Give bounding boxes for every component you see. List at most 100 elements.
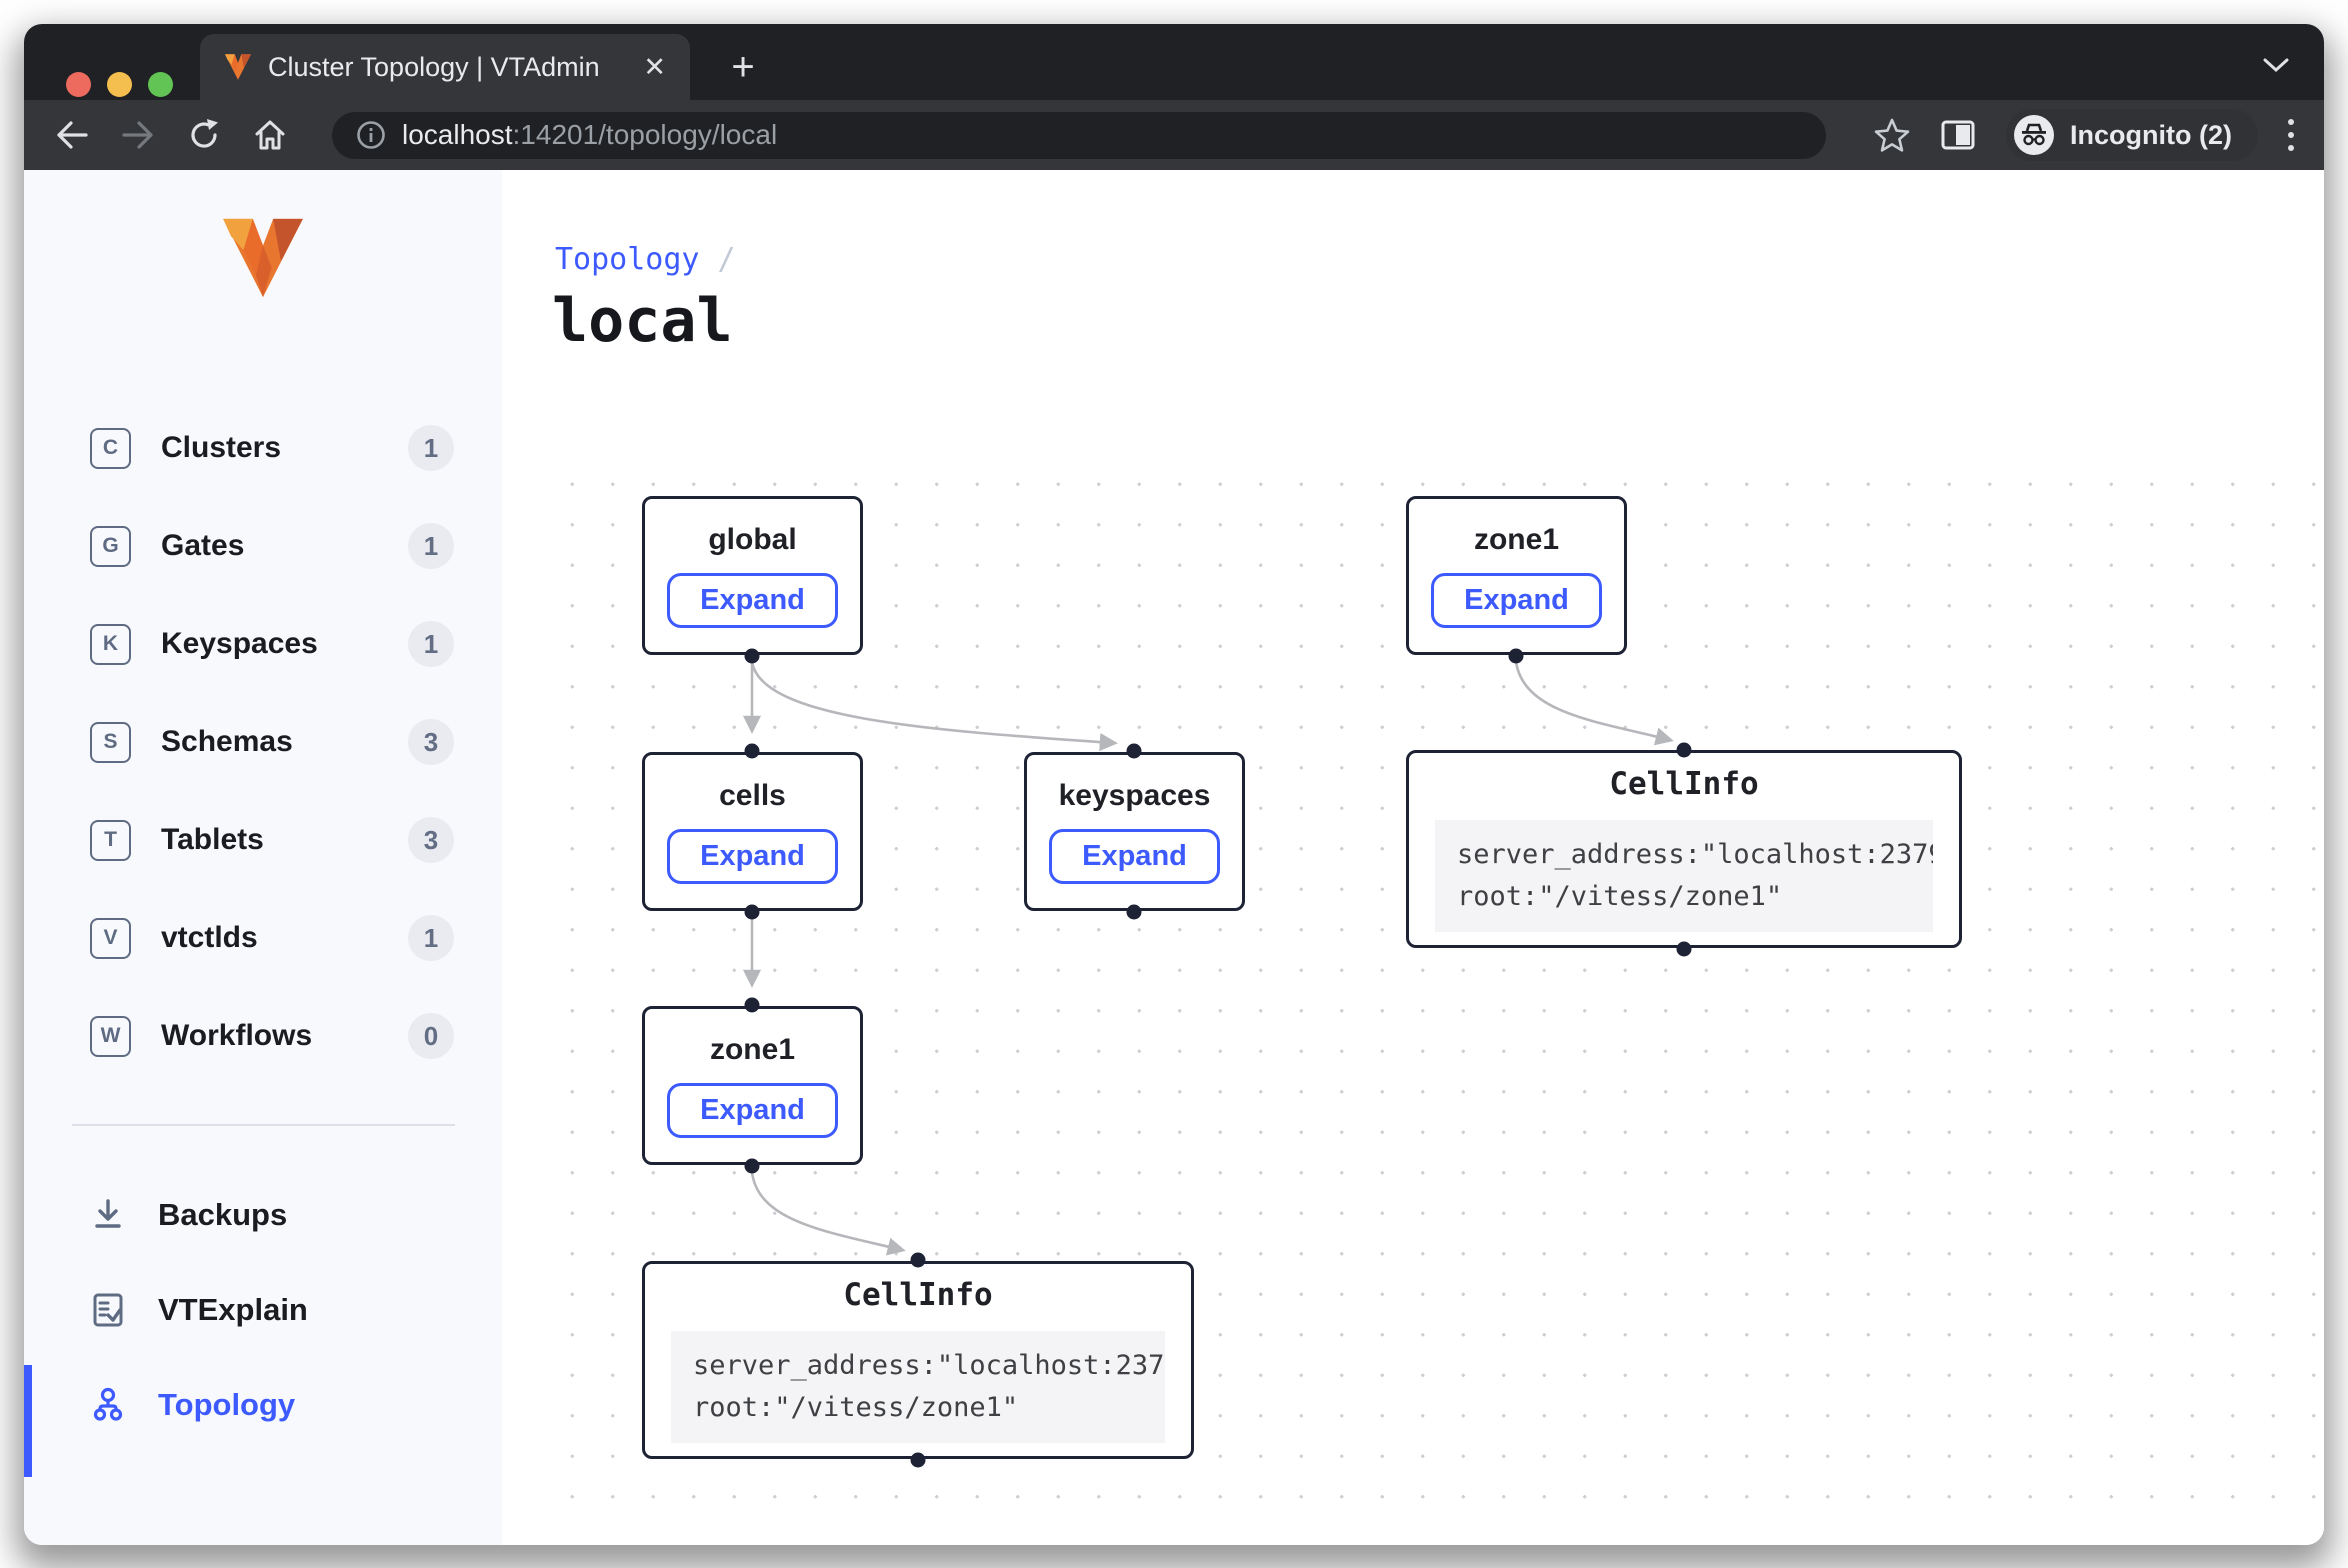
minimize-window-button[interactable] — [107, 72, 132, 97]
node-cellinfo-right[interactable]: CellInfo server_address:"localhost:2379"… — [1406, 750, 1962, 948]
sidebar-item-workflows[interactable]: W Workflows 0 — [24, 987, 502, 1085]
side-panel-icon[interactable] — [1940, 117, 1976, 153]
site-info-icon[interactable] — [356, 120, 386, 150]
download-icon — [88, 1195, 128, 1235]
tablets-letter-icon: T — [90, 820, 131, 861]
incognito-badge[interactable]: Incognito (2) — [2006, 109, 2258, 161]
page-content: C Clusters 1 G Gates 1 K Keyspaces 1 S S… — [24, 170, 2324, 1545]
sidebar-item-label: Schemas — [161, 725, 293, 759]
vitess-logo — [220, 218, 306, 298]
reload-icon[interactable] — [186, 117, 222, 153]
cellinfo-code: server_address:"localhost:2379" root:"/v… — [671, 1331, 1165, 1443]
count-badge: 1 — [408, 425, 454, 471]
sidebar-item-label: Workflows — [161, 1019, 312, 1053]
count-badge: 1 — [408, 523, 454, 569]
url-host: localhost — [402, 119, 513, 150]
tab-strip: Cluster Topology | VTAdmin ✕ + — [24, 24, 2324, 100]
bookmark-star-icon[interactable] — [1874, 117, 1910, 153]
sidebar-item-vtctlds[interactable]: V vtctlds 1 — [24, 889, 502, 987]
schemas-letter-icon: S — [90, 722, 131, 763]
node-title: CellInfo — [1609, 766, 1758, 802]
node-label: zone1 — [710, 1033, 795, 1067]
home-icon[interactable] — [252, 117, 288, 153]
node-title: CellInfo — [843, 1277, 992, 1313]
close-tab-icon[interactable]: ✕ — [643, 54, 666, 81]
sidebar-item-clusters[interactable]: C Clusters 1 — [24, 399, 502, 497]
sidebar: C Clusters 1 G Gates 1 K Keyspaces 1 S S… — [24, 170, 502, 1545]
breadcrumb: Topology / — [555, 242, 736, 277]
sidebar-item-label: vtctlds — [161, 921, 258, 955]
expand-keyspaces-button[interactable]: Expand — [1049, 829, 1220, 884]
sidebar-item-label: Clusters — [161, 431, 281, 465]
sidebar-divider — [72, 1124, 455, 1126]
sidebar-item-label: Gates — [161, 529, 244, 563]
browser-window: Cluster Topology | VTAdmin ✕ + localhost… — [24, 24, 2324, 1545]
window-controls — [66, 72, 173, 97]
zoom-window-button[interactable] — [148, 72, 173, 97]
browser-tab[interactable]: Cluster Topology | VTAdmin ✕ — [200, 34, 690, 100]
sidebar-item-gates[interactable]: G Gates 1 — [24, 497, 502, 595]
topology-page: Topology / local global Expand zone1 Exp… — [502, 170, 2324, 1545]
cellinfo-code: server_address:"localhost:2379" root:"/v… — [1435, 820, 1933, 932]
gates-letter-icon: G — [90, 526, 131, 567]
workflows-letter-icon: W — [90, 1016, 131, 1057]
sidebar-item-keyspaces[interactable]: K Keyspaces 1 — [24, 595, 502, 693]
expand-zone1-right-button[interactable]: Expand — [1431, 573, 1602, 628]
sidebar-item-label: Keyspaces — [161, 627, 318, 661]
keyspaces-letter-icon: K — [90, 624, 131, 665]
node-label: zone1 — [1474, 523, 1559, 557]
sidebar-item-label: Tablets — [161, 823, 264, 857]
url-bar[interactable]: localhost:14201/topology/local — [332, 112, 1826, 159]
node-cellinfo-bottom[interactable]: CellInfo server_address:"localhost:2379"… — [642, 1261, 1194, 1459]
count-badge: 3 — [408, 817, 454, 863]
node-label: keyspaces — [1059, 779, 1211, 813]
url-text: localhost:14201/topology/local — [402, 119, 777, 151]
sidebar-item-vtexplain[interactable]: VTExplain — [24, 1265, 502, 1355]
breadcrumb-separator: / — [718, 242, 736, 277]
browser-menu-icon[interactable] — [2288, 119, 2294, 151]
browser-toolbar: localhost:14201/topology/local Incognito… — [24, 100, 2324, 170]
count-badge: 3 — [408, 719, 454, 765]
cellinfo-code-line: root:"/vitess/zone1" — [1457, 876, 1911, 918]
url-path: :14201/topology/local — [513, 119, 778, 150]
cellinfo-code-line: server_address:"localhost:2379" — [693, 1345, 1143, 1387]
sidebar-item-label: VTExplain — [158, 1292, 308, 1328]
node-zone1-bottom[interactable]: zone1 Expand — [642, 1006, 863, 1165]
cellinfo-code-line: root:"/vitess/zone1" — [693, 1387, 1143, 1429]
sidebar-item-label: Topology — [158, 1387, 295, 1423]
sidebar-item-label: Backups — [158, 1197, 287, 1233]
expand-cells-button[interactable]: Expand — [667, 829, 838, 884]
node-global[interactable]: global Expand — [642, 496, 863, 655]
chevron-down-icon[interactable] — [2254, 48, 2298, 82]
back-icon[interactable] — [54, 117, 90, 153]
sidebar-item-tablets[interactable]: T Tablets 3 — [24, 791, 502, 889]
vtctlds-letter-icon: V — [90, 918, 131, 959]
page-title: local — [552, 286, 733, 356]
clusters-letter-icon: C — [90, 428, 131, 469]
breadcrumb-topology-link[interactable]: Topology — [555, 242, 700, 277]
incognito-label: Incognito (2) — [2070, 120, 2232, 151]
expand-zone1-bottom-button[interactable]: Expand — [667, 1083, 838, 1138]
forward-icon[interactable] — [120, 117, 156, 153]
node-keyspaces[interactable]: keyspaces Expand — [1024, 752, 1245, 911]
vitess-favicon-icon — [224, 54, 252, 80]
sidebar-item-schemas[interactable]: S Schemas 3 — [24, 693, 502, 791]
cellinfo-code-line: server_address:"localhost:2379" — [1457, 834, 1911, 876]
close-window-button[interactable] — [66, 72, 91, 97]
tab-title: Cluster Topology | VTAdmin — [268, 52, 627, 83]
count-badge: 1 — [408, 621, 454, 667]
sidebar-item-topology[interactable]: Topology — [24, 1360, 502, 1450]
document-check-icon — [88, 1290, 128, 1330]
expand-global-button[interactable]: Expand — [667, 573, 838, 628]
count-badge: 0 — [408, 1013, 454, 1059]
sidebar-item-backups[interactable]: Backups — [24, 1170, 502, 1260]
count-badge: 1 — [408, 915, 454, 961]
node-cells[interactable]: cells Expand — [642, 752, 863, 911]
new-tab-button[interactable]: + — [716, 40, 770, 94]
node-label: global — [708, 523, 796, 557]
node-zone1-right[interactable]: zone1 Expand — [1406, 496, 1627, 655]
topology-icon — [88, 1385, 128, 1425]
incognito-icon — [2014, 115, 2054, 155]
node-label: cells — [719, 779, 786, 813]
active-item-indicator — [24, 1365, 32, 1477]
